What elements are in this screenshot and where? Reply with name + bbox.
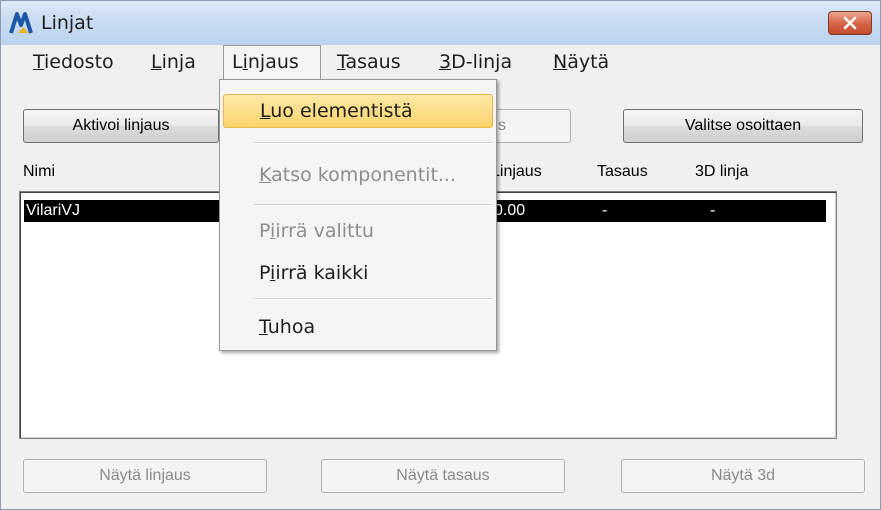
menu-item-create-from-element[interactable]: Luo elementistä xyxy=(223,94,493,128)
window-title: Linjat xyxy=(41,12,94,34)
menu-item-draw-selected[interactable]: Piirrä valittu xyxy=(223,214,493,248)
title-bar[interactable]: Linjat xyxy=(1,1,880,45)
row-profile-value: - xyxy=(602,202,608,219)
menu-nayta-accesskey: N xyxy=(553,51,568,73)
linjat-window: Linjat Tiedosto Linja Linjaus Tasaus 3D-… xyxy=(0,0,881,510)
menu-separator xyxy=(254,142,492,144)
menu-tasaus-label: asaus xyxy=(345,51,401,73)
column-header-name: Nimi xyxy=(23,163,55,180)
menu-linja-label: inja xyxy=(161,51,196,73)
menu-linjaus[interactable]: Linjaus xyxy=(223,45,321,79)
column-header-3d-line: 3D linja xyxy=(695,163,749,180)
menu-3d-linja-accesskey: 3 xyxy=(439,51,452,73)
linjaus-dropdown-menu: Luo elementistä Katso komponentit... Pii… xyxy=(219,79,497,351)
app-logo-icon xyxy=(9,11,35,35)
menu-linjaus-prefix: L xyxy=(232,51,243,73)
row-name: VilariVJ xyxy=(26,202,80,219)
menu-nayta-label: äytä xyxy=(567,51,610,73)
delete-label: uhoa xyxy=(267,316,316,338)
draw-all-label: irrä kaikki xyxy=(275,262,369,284)
create-from-element-label: uo elementistä xyxy=(270,100,413,122)
menu-tasaus[interactable]: Tasaus xyxy=(329,45,409,79)
create-from-element-accesskey: L xyxy=(260,100,271,122)
show-alignment-button[interactable]: Näytä linjaus xyxy=(23,459,267,493)
draw-all-prefix: P xyxy=(259,262,271,284)
menu-item-delete[interactable]: Tuhoa xyxy=(223,310,493,344)
draw-selected-label: irrä valittu xyxy=(275,220,374,242)
menu-linja-accesskey: L xyxy=(151,51,162,73)
menu-item-draw-all[interactable]: Piirrä kaikki xyxy=(223,256,493,290)
menu-3d-linja[interactable]: 3D-linja xyxy=(431,45,520,79)
draw-selected-prefix: P xyxy=(259,220,271,242)
menu-linjaus-label: njaus xyxy=(247,51,299,73)
show-profile-button[interactable]: Näytä tasaus xyxy=(321,459,565,493)
row-3d-value: - xyxy=(710,202,716,219)
close-icon xyxy=(843,16,857,30)
menu-separator xyxy=(254,204,492,206)
menu-tiedosto-label: iedosto xyxy=(44,51,114,73)
select-by-pointing-button[interactable]: Valitse osoittaen xyxy=(623,109,863,143)
menu-linja[interactable]: Linja xyxy=(143,45,204,79)
menu-tiedosto[interactable]: Tiedosto xyxy=(25,45,122,79)
row-alignment-value: 0.00 xyxy=(494,202,526,219)
delete-accesskey: T xyxy=(259,316,268,338)
show-3d-button[interactable]: Näytä 3d xyxy=(621,459,865,493)
activate-alignment-button[interactable]: Aktivoi linjaus xyxy=(23,109,219,143)
menu-item-view-components[interactable]: Katso komponentit... xyxy=(223,158,493,192)
menu-separator xyxy=(254,298,492,300)
close-button[interactable] xyxy=(828,11,872,35)
menu-bar: Tiedosto Linja Linjaus Tasaus 3D-linja N… xyxy=(1,45,880,79)
menu-nayta[interactable]: Näytä xyxy=(545,45,617,79)
column-header-alignment: Linjaus xyxy=(491,163,542,180)
column-header-profile: Tasaus xyxy=(597,163,648,180)
view-components-accesskey: K xyxy=(259,164,272,186)
view-components-label: atso komponentit... xyxy=(271,164,457,186)
menu-tiedosto-accesskey: T xyxy=(33,51,45,73)
menu-3d-linja-label: D-linja xyxy=(451,51,513,73)
